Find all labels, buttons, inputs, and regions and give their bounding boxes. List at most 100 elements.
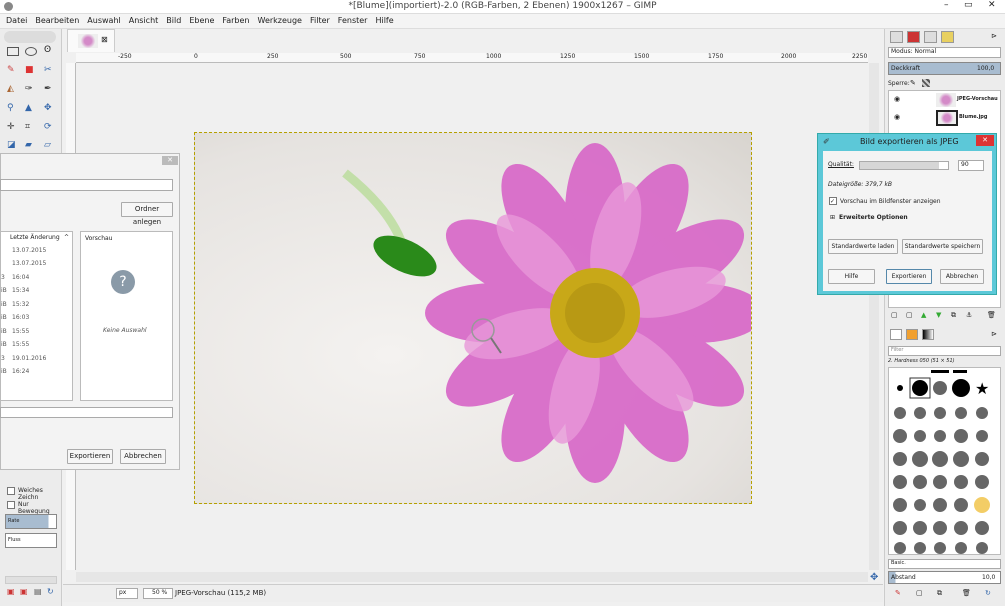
- create-folder-button[interactable]: Ordner anlegen: [121, 202, 173, 226]
- gradients-tab-icon[interactable]: [922, 329, 934, 340]
- reset-options-icon[interactable]: ↻: [47, 587, 54, 596]
- image-canvas[interactable]: [194, 132, 752, 504]
- menu-hilfe[interactable]: Hilfe: [371, 14, 397, 25]
- file-dialog-cancel-button[interactable]: Abbrechen: [120, 449, 166, 464]
- minimize-button[interactable]: –: [944, 0, 949, 10]
- preview-checkbox-label[interactable]: Vorschau im Bildfenster anzeigen: [840, 198, 941, 205]
- load-defaults-button[interactable]: Standardwerte laden: [828, 239, 898, 254]
- brush-grid[interactable]: ★: [888, 367, 1001, 555]
- filename-input[interactable]: [0, 179, 173, 191]
- rate-slider[interactable]: Rate: [5, 514, 57, 529]
- jpeg-dialog-close-button[interactable]: ✕: [976, 135, 994, 146]
- opacity-slider[interactable]: Deckkraft 100,0: [888, 62, 1001, 75]
- file-date[interactable]: 15:55: [12, 341, 29, 348]
- visibility-eye-icon[interactable]: ◉: [894, 113, 900, 121]
- layer-row[interactable]: ◉ Blume.jpg: [889, 109, 1000, 127]
- paths-icon[interactable]: ✑: [25, 84, 33, 94]
- move-icon[interactable]: ✥: [44, 103, 52, 113]
- refresh-brushes-icon[interactable]: ↻: [985, 589, 991, 597]
- column-header-modified[interactable]: Letzte Änderung: [10, 234, 60, 241]
- quality-slider[interactable]: [859, 161, 949, 170]
- file-dialog-close-button[interactable]: ✕: [162, 156, 178, 165]
- unit-select[interactable]: px: [116, 588, 138, 599]
- menu-ansicht[interactable]: Ansicht: [125, 14, 163, 25]
- delete-layer-icon[interactable]: 🗑: [987, 311, 996, 319]
- save-options-icon[interactable]: ▣: [7, 587, 15, 596]
- layer-name[interactable]: JPEG-Vorschau: [957, 96, 998, 102]
- image-tab-close-icon[interactable]: ⊠: [101, 35, 108, 44]
- file-date[interactable]: 15:32: [12, 301, 29, 308]
- image-tab[interactable]: ⊠: [67, 29, 115, 52]
- delete-options-icon[interactable]: ▤: [34, 587, 42, 596]
- menu-fenster[interactable]: Fenster: [334, 14, 372, 25]
- navigate-icon[interactable]: ✥: [870, 572, 878, 583]
- foreground-select-icon[interactable]: ◭: [7, 84, 14, 94]
- help-button[interactable]: Hilfe: [828, 269, 875, 284]
- zoom-select[interactable]: 50 %: [143, 588, 173, 599]
- file-date[interactable]: 16:03: [12, 314, 29, 321]
- advanced-options-expander[interactable]: Erweiterte Optionen: [839, 214, 908, 221]
- export-button[interactable]: Exportieren: [886, 269, 932, 284]
- menu-filter[interactable]: Filter: [306, 14, 334, 25]
- preview-checkbox[interactable]: ✓: [829, 197, 837, 205]
- dock-menu-icon[interactable]: ⊳: [991, 32, 997, 40]
- file-date[interactable]: 19.01.2016: [12, 355, 46, 362]
- color-select-icon[interactable]: ■: [25, 65, 34, 75]
- rotate-icon[interactable]: ⟳: [44, 122, 52, 132]
- fuzzy-select-icon[interactable]: ✎: [7, 65, 15, 75]
- ellipse-select-icon[interactable]: [25, 47, 37, 56]
- save-defaults-button[interactable]: Standardwerte speichern: [902, 239, 983, 254]
- layer-mode-select[interactable]: Modus: Normal: [888, 47, 1001, 58]
- tool-options-scrollbar[interactable]: [5, 576, 57, 584]
- file-date[interactable]: 15:55: [12, 328, 29, 335]
- channels-tab-icon[interactable]: [907, 31, 920, 43]
- duplicate-layer-icon[interactable]: ⧉: [951, 311, 956, 320]
- brushes-menu-icon[interactable]: ⊳: [991, 330, 997, 338]
- file-date[interactable]: 13.07.2015: [12, 247, 46, 254]
- layers-tab-icon[interactable]: [890, 31, 903, 43]
- file-dialog-export-button[interactable]: Exportieren: [67, 449, 113, 464]
- menu-werkzeuge[interactable]: Werkzeuge: [254, 14, 306, 25]
- new-brush-icon[interactable]: ▢: [916, 589, 923, 597]
- layer-row[interactable]: ◉ JPEG-Vorschau: [889, 91, 1000, 109]
- restore-options-icon[interactable]: ▣: [20, 587, 28, 596]
- expander-icon[interactable]: ⊞: [830, 214, 835, 221]
- new-group-icon[interactable]: ▢: [906, 311, 913, 319]
- align-icon[interactable]: ✛: [7, 122, 15, 132]
- measure-icon[interactable]: ▲: [25, 103, 32, 113]
- shear-icon[interactable]: ▰: [25, 140, 32, 150]
- visibility-eye-icon[interactable]: ◉: [894, 95, 900, 103]
- color-picker-icon[interactable]: ✒: [44, 84, 52, 94]
- motion-only-checkbox[interactable]: [7, 501, 15, 509]
- list-scroll-up-icon[interactable]: ^: [64, 234, 69, 241]
- anchor-layer-icon[interactable]: ⚓: [966, 311, 972, 319]
- scale-icon[interactable]: ◪: [7, 140, 16, 150]
- scissors-icon[interactable]: ✂: [44, 65, 52, 75]
- quality-spinbox[interactable]: 90: [958, 160, 984, 171]
- menu-bearbeiten[interactable]: Bearbeiten: [31, 14, 83, 25]
- duplicate-brush-icon[interactable]: ⧉: [937, 589, 942, 598]
- flow-slider[interactable]: Fluss: [5, 533, 57, 548]
- menu-ebene[interactable]: Ebene: [185, 14, 218, 25]
- spacing-slider[interactable]: Abstand 10,0: [888, 571, 1001, 584]
- horizontal-scrollbar[interactable]: [76, 572, 868, 582]
- maximize-button[interactable]: ▭: [964, 0, 973, 10]
- lock-pixels-icon[interactable]: ✎: [910, 79, 916, 87]
- brush-preset-select[interactable]: Basic.: [888, 559, 1001, 569]
- lasso-icon[interactable]: ʘ: [44, 45, 51, 55]
- menu-bild[interactable]: Bild: [162, 14, 185, 25]
- file-date[interactable]: 16:24: [12, 368, 29, 375]
- patterns-tab-icon[interactable]: [906, 329, 918, 340]
- file-date[interactable]: 15:34: [12, 287, 29, 294]
- layer-name[interactable]: Blume.jpg: [959, 114, 987, 120]
- delete-brush-icon[interactable]: 🗑: [962, 589, 971, 597]
- edit-brush-icon[interactable]: ✎: [895, 589, 901, 597]
- raise-layer-icon[interactable]: ▲: [921, 311, 926, 319]
- brushes-tab-icon[interactable]: [890, 329, 902, 340]
- undo-tab-icon[interactable]: [941, 31, 954, 43]
- lower-layer-icon[interactable]: ▼: [936, 311, 941, 319]
- file-list[interactable]: Letzte Änderung ^ 3 iB iB iB iB iB 3 iB …: [0, 231, 73, 401]
- zoom-icon[interactable]: ⚲: [7, 103, 14, 113]
- menu-farben[interactable]: Farben: [218, 14, 253, 25]
- file-date[interactable]: 16:04: [12, 274, 29, 281]
